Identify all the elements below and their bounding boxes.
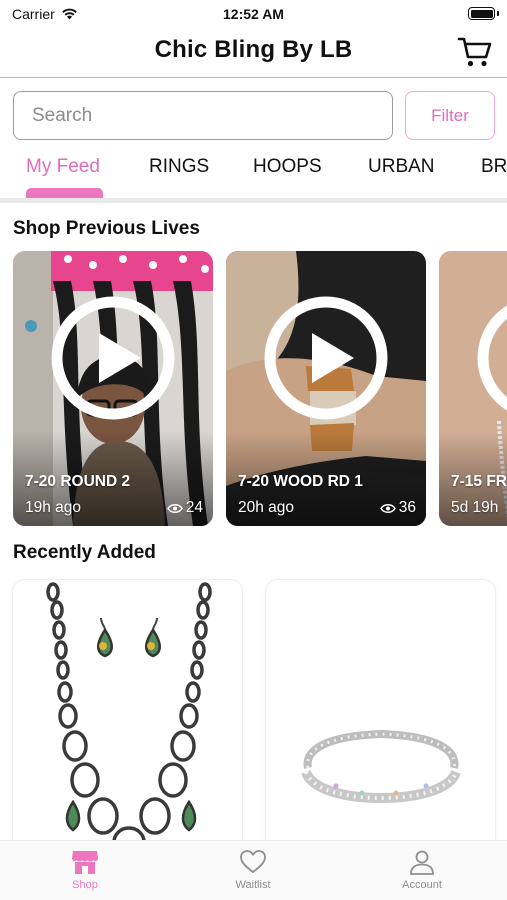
live-time: 20h ago	[238, 499, 295, 516]
cart-icon[interactable]	[457, 35, 493, 69]
nav-account-label: Account	[402, 879, 442, 891]
nav-shop-label: Shop	[72, 879, 98, 891]
view-count: 24	[166, 499, 203, 517]
battery-cap	[497, 11, 499, 16]
tab-my-feed[interactable]: My Feed	[26, 156, 100, 178]
app-title: Chic Bling By LB	[154, 36, 353, 63]
category-tabs: My Feed RINGS HOOPS URBAN BRA	[0, 150, 507, 198]
shop-icon	[72, 851, 98, 874]
product-card[interactable]	[13, 580, 242, 860]
battery-icon	[468, 7, 495, 20]
live-title: 7-20 WOOD RD 1	[238, 473, 363, 490]
bottom-navigation: Shop Waitlist Account	[0, 840, 507, 900]
previous-lives-carousel[interactable]: 7-20 ROUND 2 19h ago 24 7-20 WOOD RD 1 2…	[13, 251, 507, 526]
tab-rings[interactable]: RINGS	[149, 156, 209, 178]
live-title: 7-15 FR	[451, 473, 507, 490]
view-count: 36	[379, 499, 416, 517]
play-icon[interactable]	[51, 296, 175, 420]
product-image-necklace	[46, 582, 212, 858]
tab-hoops[interactable]: HOOPS	[253, 156, 322, 178]
search-row: Filter	[13, 91, 495, 140]
play-icon[interactable]	[264, 296, 388, 420]
status-time: 12:52 AM	[223, 6, 284, 22]
nav-waitlist[interactable]: Waitlist	[208, 849, 298, 891]
live-card[interactable]: 7-15 FR 5d 19h	[439, 251, 507, 526]
eye-icon	[379, 503, 396, 513]
live-card[interactable]: 7-20 WOOD RD 1 20h ago 36	[226, 251, 426, 526]
search-input[interactable]	[13, 91, 393, 140]
tab-bra[interactable]: BRA	[481, 156, 507, 178]
live-card[interactable]: 7-20 ROUND 2 19h ago 24	[13, 251, 213, 526]
live-title: 7-20 ROUND 2	[25, 473, 131, 490]
product-card[interactable]	[266, 580, 495, 860]
nav-account[interactable]: Account	[377, 849, 467, 891]
play-icon[interactable]	[477, 296, 507, 420]
filter-button[interactable]: Filter	[405, 91, 495, 140]
recently-added-heading: Recently Added	[13, 542, 156, 563]
live-time: 19h ago	[25, 499, 82, 516]
active-tab-indicator	[26, 188, 103, 198]
view-count-value: 24	[185, 499, 203, 516]
previous-lives-heading: Shop Previous Lives	[13, 218, 200, 239]
status-bar: Carrier 12:52 AM	[0, 0, 507, 28]
live-time: 5d 19h	[451, 499, 499, 516]
nav-waitlist-label: Waitlist	[235, 879, 271, 891]
tab-urban[interactable]: URBAN	[368, 156, 435, 178]
view-count-value: 36	[398, 499, 416, 516]
eye-icon	[166, 503, 183, 513]
person-icon	[410, 850, 434, 875]
heart-icon	[240, 850, 266, 874]
tabs-divider	[0, 198, 507, 203]
nav-shop[interactable]: Shop	[40, 849, 130, 891]
app-header: Chic Bling By LB	[0, 28, 507, 78]
product-image-bracelet	[301, 729, 461, 804]
